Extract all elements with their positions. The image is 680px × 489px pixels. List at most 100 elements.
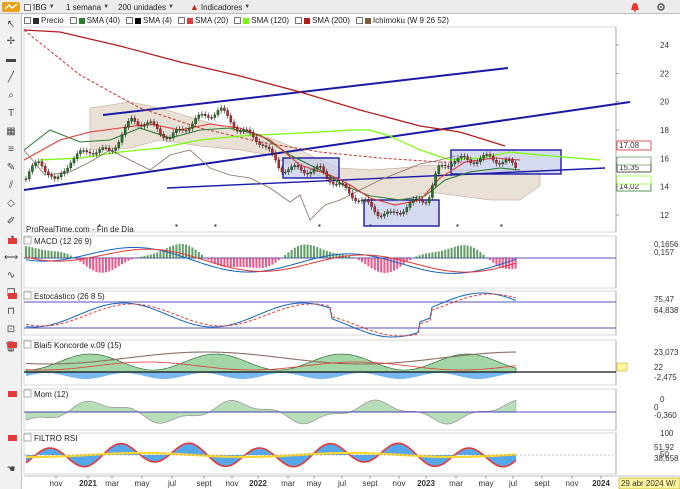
- legend-item[interactable]: SMA (120): [234, 16, 289, 25]
- candle-body: [213, 114, 217, 118]
- macd-histogram-bar: [124, 258, 127, 263]
- macd-histogram-bar: [393, 258, 395, 271]
- macd-histogram-bar: [249, 258, 251, 268]
- candle-body: [181, 128, 185, 131]
- candle-body: [91, 153, 95, 155]
- candle-body: [309, 172, 313, 175]
- candle-body: [504, 159, 508, 163]
- candle-body: [210, 117, 213, 119]
- legend-checkbox[interactable]: [234, 17, 242, 24]
- candle-body: [344, 184, 348, 188]
- legend-checkbox[interactable]: [295, 17, 303, 24]
- legend-item[interactable]: Precio: [24, 16, 64, 25]
- chart-area[interactable]: 24 22 20 18 16 14 12 nov 2021 mar may jul sept nov 202…: [0, 0, 680, 489]
- candle-body: [98, 149, 101, 153]
- candle-body: [187, 128, 191, 131]
- candle-body: [357, 200, 361, 203]
- macd-histogram-bar: [466, 245, 469, 258]
- candle-body: [127, 121, 130, 128]
- candle-body: [111, 150, 114, 152]
- candle-body: [411, 199, 415, 203]
- candle-body: [200, 114, 204, 116]
- panel-color-icon: [8, 342, 17, 348]
- dividend-marker-icon: ▪: [369, 221, 372, 230]
- macd-histogram-bar: [284, 254, 287, 258]
- legend-checkbox[interactable]: [177, 17, 185, 24]
- macd-histogram-bar: [28, 246, 31, 258]
- macd-histogram-bar: [361, 258, 363, 263]
- candle-body: [63, 171, 66, 174]
- candle-body: [482, 155, 485, 159]
- legend-label: SMA (40): [86, 16, 121, 25]
- panel-checkbox: [23, 340, 32, 349]
- candle-body: [258, 141, 261, 145]
- candle-body: [427, 197, 431, 203]
- legend-checkbox[interactable]: [69, 17, 77, 24]
- candle-body: [75, 153, 79, 159]
- panel-value-tag: 22: [654, 363, 663, 372]
- legend-item[interactable]: SMA (20): [177, 16, 228, 25]
- legend-checkbox[interactable]: [126, 17, 134, 24]
- candle-body: [363, 199, 367, 201]
- x-tick-label: jul: [167, 479, 176, 488]
- x-tick-label: 2022: [249, 479, 267, 488]
- candle-body: [312, 168, 316, 173]
- macd-histogram-bar: [95, 258, 98, 272]
- macd-histogram-bar: [450, 247, 453, 258]
- panel-checkbox: [23, 433, 32, 442]
- legend-label: SMA (4): [143, 16, 172, 25]
- macd-histogram-bar: [105, 258, 107, 273]
- candle-body: [367, 199, 370, 203]
- legend-item[interactable]: SMA (200): [295, 16, 350, 25]
- source-label: ProRealTime.com - Fin de Día: [26, 225, 134, 234]
- x-tick-label: may: [306, 479, 321, 488]
- macd-histogram-bar: [57, 251, 59, 258]
- macd-histogram-bar: [364, 258, 367, 265]
- candle-body: [85, 150, 89, 153]
- candle-body: [434, 173, 437, 186]
- macd-histogram-bar: [239, 258, 242, 267]
- candle-body: [184, 130, 188, 132]
- candle-body: [149, 121, 153, 123]
- candle-body: [511, 159, 514, 163]
- candle-body: [392, 211, 396, 213]
- legend-checkbox[interactable]: [24, 17, 31, 24]
- panel-value-tag: 64,838: [654, 306, 679, 315]
- macd-histogram-bar: [37, 248, 40, 258]
- macd-histogram-bar: [204, 257, 207, 258]
- legend-item[interactable]: SMA (4): [126, 16, 172, 25]
- legend-label: SMA (120): [251, 16, 290, 25]
- candle-body: [120, 134, 124, 143]
- macd-histogram-bar: [140, 256, 143, 258]
- macd-histogram-bar: [409, 258, 411, 260]
- macd-histogram-bar: [229, 258, 232, 268]
- candle-body: [475, 161, 479, 164]
- x-tick-label: jul: [508, 479, 517, 488]
- legend-item[interactable]: SMA (40): [69, 16, 121, 25]
- legend-item[interactable]: Ichimoku (W 9 26 52): [355, 16, 449, 25]
- candle-body: [415, 198, 418, 200]
- x-tick-label: sept: [534, 479, 550, 488]
- candle-body: [501, 162, 505, 165]
- candle-body: [56, 176, 60, 179]
- y-tick-label: 14: [660, 183, 669, 192]
- x-tick-label: nov: [50, 479, 63, 488]
- price-tag-label: 17,08: [619, 141, 640, 150]
- candle-body: [405, 207, 409, 212]
- candle-body: [261, 144, 265, 146]
- macd-histogram-bar: [210, 258, 213, 263]
- macd-histogram-bar: [233, 258, 235, 268]
- panel-value-tag: 0,157: [654, 248, 675, 257]
- candle-body: [498, 163, 501, 165]
- candle-body: [306, 172, 309, 175]
- candle-body: [450, 163, 453, 167]
- x-tick-label: mar: [449, 479, 463, 488]
- date-cursor-label: 29 abr 2024 W/: [621, 479, 676, 488]
- macd-histogram-bar: [268, 258, 271, 267]
- candle-body: [107, 147, 111, 151]
- legend-swatch: [304, 17, 311, 24]
- candle-body: [399, 213, 402, 215]
- candle-body: [472, 162, 476, 164]
- legend-checkbox[interactable]: [355, 17, 363, 24]
- macd-histogram-bar: [53, 251, 56, 258]
